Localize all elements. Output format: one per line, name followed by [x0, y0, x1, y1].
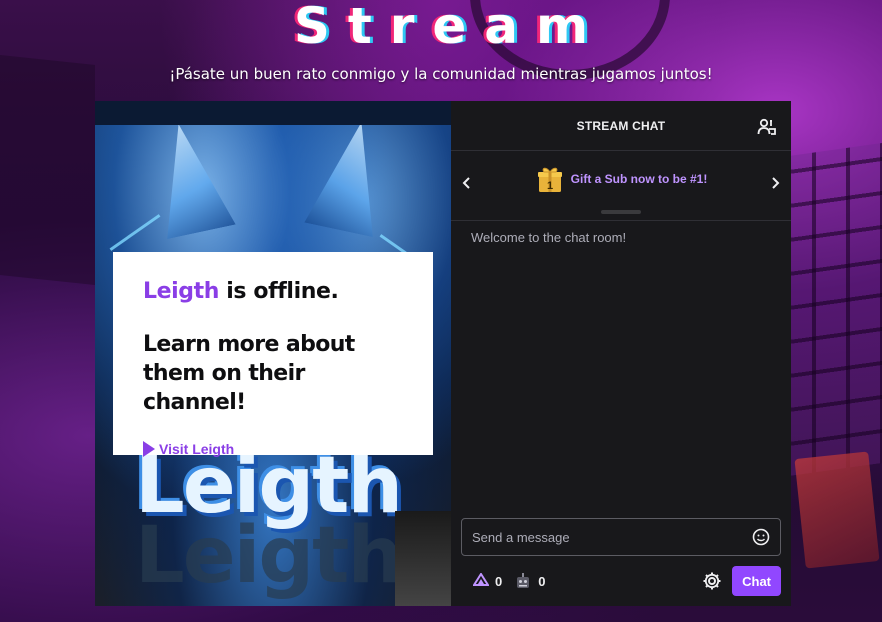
bits-balance[interactable]: 0	[514, 572, 545, 590]
emote-icon[interactable]	[752, 528, 770, 546]
offline-status: Leigth is offline.	[143, 278, 403, 306]
channel-points-count: 0	[495, 573, 503, 589]
art-decor	[95, 101, 451, 125]
chat-messages: Welcome to the chat room!	[451, 221, 791, 518]
play-icon	[143, 441, 155, 457]
chat-header: STREAM CHAT	[451, 101, 791, 151]
background-keyboard	[782, 142, 882, 478]
chat-title: STREAM CHAT	[576, 118, 666, 133]
channel-points[interactable]: 0	[473, 573, 502, 589]
art-decor	[395, 511, 451, 606]
offline-card: Leigth is offline. Learn more about them…	[113, 252, 433, 457]
video-player[interactable]: Leigth Leigth Leigth is offline. Learn m…	[95, 101, 451, 606]
learn-more-text: Learn more about them on their channel!	[143, 332, 355, 415]
chevron-right-icon[interactable]	[767, 175, 783, 191]
gift-sub-cta[interactable]: 1 Gift a Sub now to be #1!	[535, 164, 708, 194]
visit-channel-label: Visit Leigth	[159, 441, 235, 457]
banner-pager	[601, 210, 641, 214]
gift-banner-text: Gift a Sub now to be #1!	[570, 171, 708, 186]
chat-panel: STREAM CHAT 1 Gift a Sub now to be #1! W…	[451, 101, 791, 606]
background-decor	[0, 55, 95, 285]
page-title: Stream	[293, 0, 607, 55]
bits-count: 0	[538, 573, 546, 589]
gift-icon: 1	[537, 167, 562, 192]
background-decor	[794, 451, 880, 569]
chevron-left-icon[interactable]	[459, 175, 475, 191]
page-subtitle: ¡Pásate un buen rato conmigo y la comuni…	[169, 65, 713, 83]
users-icon[interactable]	[757, 117, 777, 137]
bits-icon	[517, 573, 530, 588]
visit-channel-link[interactable]: Visit Leigth	[143, 441, 403, 457]
chat-send-button[interactable]: Chat	[732, 566, 781, 596]
channel-name[interactable]: Leigth	[143, 279, 219, 304]
chat-input[interactable]	[472, 529, 752, 545]
offline-suffix: is offline.	[219, 279, 339, 304]
gift-badge-number: 1	[547, 180, 553, 192]
gift-banner: 1 Gift a Sub now to be #1!	[451, 151, 791, 221]
chat-footer: 0 0 Chat	[451, 556, 791, 606]
stream-embed: Leigth Leigth Leigth is offline. Learn m…	[95, 101, 791, 606]
gear-icon[interactable]	[702, 571, 722, 591]
chat-input-container	[461, 518, 781, 556]
welcome-message: Welcome to the chat room!	[471, 230, 627, 245]
channel-points-icon	[473, 573, 489, 586]
